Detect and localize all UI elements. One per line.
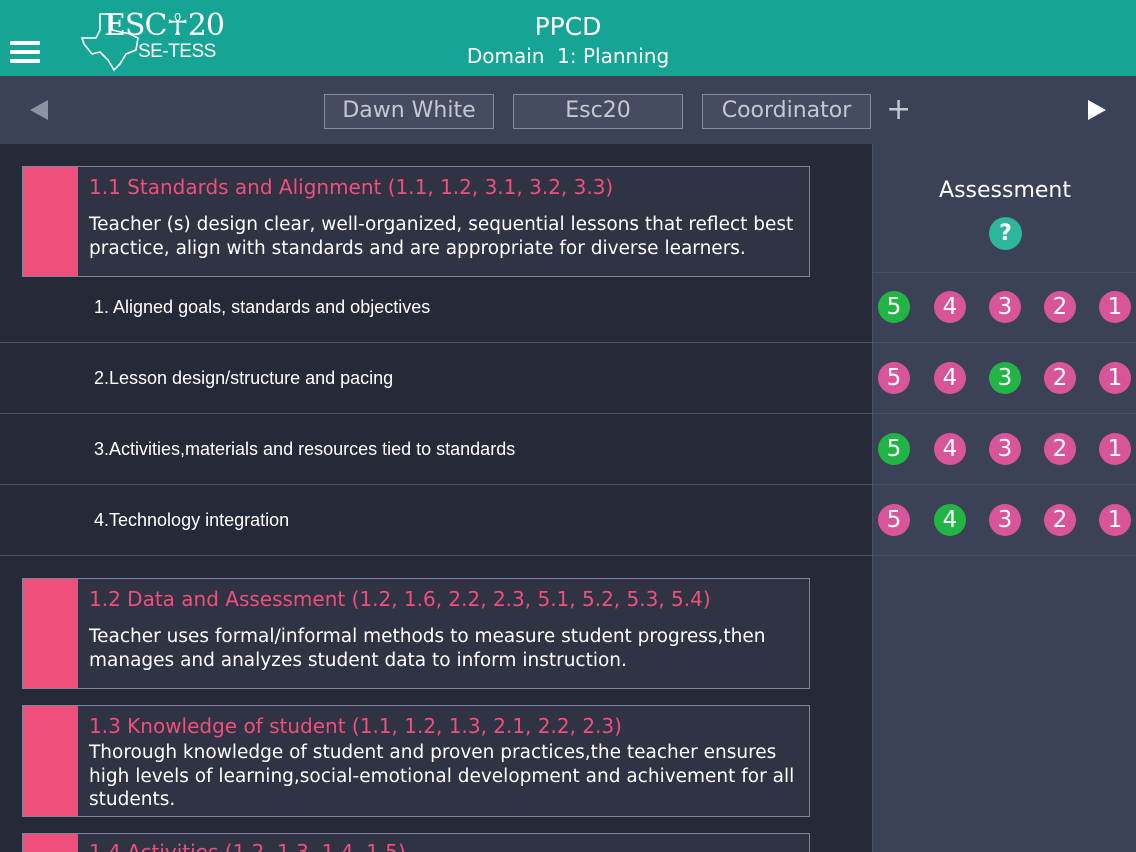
card-accent-bar: [23, 706, 78, 816]
score-1-button[interactable]: 1: [1099, 504, 1131, 536]
score-2-button[interactable]: 2: [1044, 504, 1076, 536]
score-3-button[interactable]: 3: [989, 362, 1021, 394]
score-3-button[interactable]: 3: [989, 291, 1021, 323]
card-accent-bar: [23, 834, 78, 852]
score-1-button[interactable]: 1: [1099, 291, 1131, 323]
score-4-button[interactable]: 4: [934, 362, 966, 394]
navigation-bar: Dawn White Esc20 Coordinator +: [0, 76, 1136, 144]
score-5-button[interactable]: 5: [878, 362, 910, 394]
score-3-button[interactable]: 3: [989, 433, 1021, 465]
score-2-button[interactable]: 2: [1044, 291, 1076, 323]
card-description: Teacher uses formal/informal methods to …: [89, 626, 766, 671]
app-header: ESC☥20 SE-TESS PPCD Domain 1: Planning: [0, 0, 1136, 76]
standard-card-1-3[interactable]: 1.3 Knowledge of student (1.1, 1.2, 1.3,…: [22, 705, 810, 817]
score-5-button[interactable]: 5: [878, 504, 910, 536]
page-subtitle: Domain 1: Planning: [466, 44, 670, 68]
indicator-label: 3.Activities,materials and resources tie…: [94, 439, 516, 459]
card-accent-bar: [23, 167, 78, 276]
score-2-button[interactable]: 2: [1044, 362, 1076, 394]
assessment-title: Assessment: [939, 178, 1071, 203]
card-accent-bar: [23, 579, 78, 688]
score-1-button[interactable]: 1: [1099, 433, 1131, 465]
teacher-name-chip[interactable]: Dawn White: [324, 94, 494, 129]
add-button[interactable]: +: [886, 93, 911, 127]
card-title: 1.1 Standards and Alignment (1.1, 1.2, 3…: [89, 175, 614, 199]
score-4-button[interactable]: 4: [934, 291, 966, 323]
indicator-row: 1. Aligned goals, standards and objectiv…: [0, 272, 1136, 343]
previous-arrow-icon[interactable]: [30, 100, 48, 120]
indicator-label: 1. Aligned goals, standards and objectiv…: [94, 297, 431, 317]
score-5-button[interactable]: 5: [878, 433, 910, 465]
card-description: Thorough knowledge of student and proven…: [89, 742, 795, 810]
standard-card-1-1[interactable]: 1.1 Standards and Alignment (1.1, 1.2, 3…: [22, 166, 810, 277]
help-icon[interactable]: ?: [989, 217, 1022, 250]
indicator-label: 4.Technology integration: [94, 510, 290, 530]
standard-card-1-2[interactable]: 1.2 Data and Assessment (1.2, 1.6, 2.2, …: [22, 578, 810, 689]
score-4-button[interactable]: 4: [934, 504, 966, 536]
card-title: 1.2 Data and Assessment (1.2, 1.6, 2.2, …: [89, 587, 711, 611]
score-1-button[interactable]: 1: [1099, 362, 1131, 394]
score-4-button[interactable]: 4: [934, 433, 966, 465]
standard-card-1-4[interactable]: 1.4 Activities (1.2, 1.3, 1.4, 1.5): [22, 833, 810, 852]
indicator-row: 3.Activities,materials and resources tie…: [0, 414, 1136, 485]
score-3-button[interactable]: 3: [989, 504, 1021, 536]
indicator-row: 4.Technology integration 5 4 3 2 1: [0, 485, 1136, 556]
card-title: 1.4 Activities (1.2, 1.3, 1.4, 1.5): [89, 840, 406, 852]
campus-chip[interactable]: Esc20: [513, 94, 683, 129]
indicator-label: 2.Lesson design/structure and pacing: [94, 368, 394, 388]
score-2-button[interactable]: 2: [1044, 433, 1076, 465]
indicator-row: 2.Lesson design/structure and pacing 5 4…: [0, 343, 1136, 414]
page-title: PPCD: [534, 12, 602, 41]
score-5-button[interactable]: 5: [878, 291, 910, 323]
role-chip[interactable]: Coordinator: [702, 94, 871, 129]
card-description: Teacher (s) design clear, well-organized…: [89, 214, 794, 259]
card-title: 1.3 Knowledge of student (1.1, 1.2, 1.3,…: [89, 714, 622, 738]
next-arrow-icon[interactable]: [1088, 100, 1106, 120]
